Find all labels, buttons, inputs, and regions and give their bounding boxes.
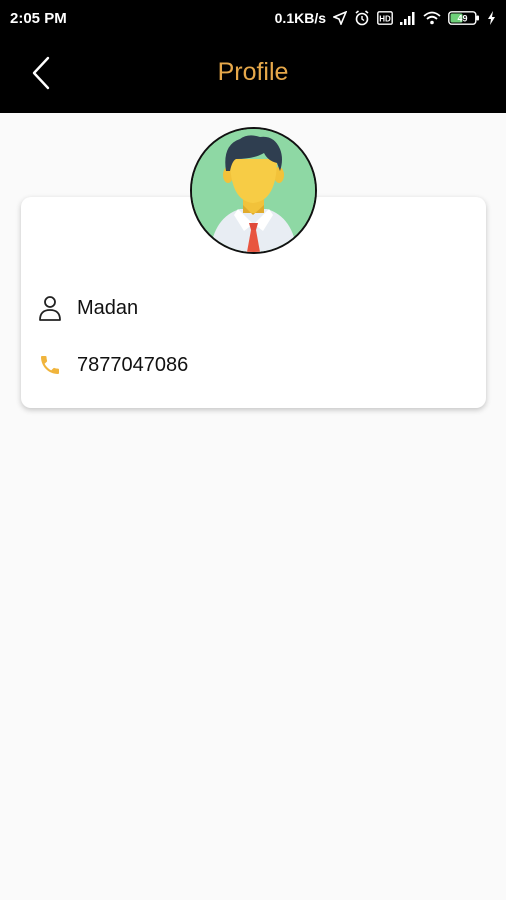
name-row: Madan xyxy=(37,295,138,321)
phone-row: 7877047086 xyxy=(37,352,188,378)
user-phone: 7877047086 xyxy=(77,353,189,376)
status-time: 2:05 PM xyxy=(10,9,67,27)
user-avatar-icon xyxy=(190,127,317,254)
phone-icon xyxy=(37,352,63,378)
person-icon xyxy=(37,295,63,321)
profile-content: Madan 7877047086 xyxy=(0,113,506,900)
app-bar: Profile xyxy=(0,36,506,113)
status-bar: 2:05 PM 0.1KB/s HD 49 xyxy=(0,0,506,36)
hd-icon: HD xyxy=(377,11,393,25)
battery-icon: 49 xyxy=(448,11,480,25)
battery-level: 49 xyxy=(457,14,467,24)
charging-icon xyxy=(487,11,496,25)
location-arrow-icon xyxy=(333,11,347,25)
svg-text:HD: HD xyxy=(379,15,391,24)
page-title: Profile xyxy=(217,58,289,86)
status-icons: 0.1KB/s HD 49 xyxy=(275,10,496,26)
alarm-icon xyxy=(354,10,370,26)
wifi-icon xyxy=(423,11,441,25)
user-name: Madan xyxy=(77,296,139,319)
network-speed: 0.1KB/s xyxy=(274,10,326,26)
signal-icon xyxy=(400,11,416,25)
